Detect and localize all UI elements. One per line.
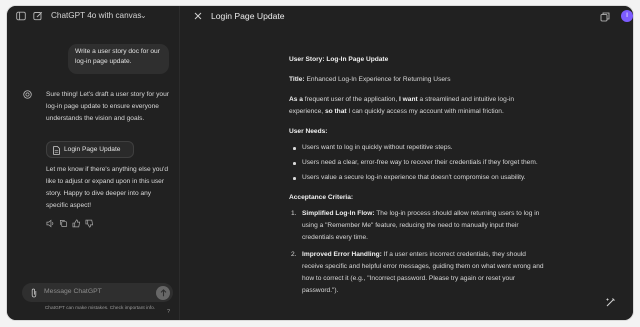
model-selector[interactable]: ChatGPT 4o with canvas <box>51 11 141 20</box>
story-role: frequent user of the application, <box>304 96 398 103</box>
list-item: Users want to log in quickly without rep… <box>289 142 544 154</box>
help-button[interactable]: ? <box>167 309 170 315</box>
user-needs-list: Users want to log in quickly without rep… <box>289 142 544 184</box>
edit-suggestions-icon[interactable] <box>605 296 617 308</box>
acceptance-criteria-heading: Acceptance Criteria: <box>289 194 354 201</box>
story-benefit: I can quickly access my account with min… <box>348 108 504 115</box>
list-item: 1. Simplified Log-In Flow: The log-in pr… <box>289 208 544 244</box>
sidebar-toggle-icon[interactable] <box>16 11 26 21</box>
canvas-title: Login Page Update <box>211 11 285 21</box>
canvas-document-button[interactable]: Login Page Update <box>46 141 134 158</box>
list-item: Users value a secure log-in experience t… <box>289 172 544 184</box>
thumbs-down-icon[interactable] <box>85 219 94 228</box>
chevron-down-icon[interactable]: ⌄ <box>140 11 147 20</box>
acceptance-criteria-list: 1. Simplified Log-In Flow: The log-in pr… <box>289 208 544 297</box>
story-as-a: As a <box>289 96 303 103</box>
document-content: User Story: Log-In Page Update Title: En… <box>289 54 544 297</box>
chat-header: ChatGPT 4o with canvas ⌄ <box>7 6 179 28</box>
message-composer[interactable]: Message ChatGPT <box>22 283 173 302</box>
assistant-avatar-icon <box>23 90 32 99</box>
list-item: 2. Improved Error Handling: If a user en… <box>289 249 544 297</box>
message-input[interactable]: Message ChatGPT <box>44 288 102 295</box>
canvas-panel: Login Page Update I User Story: Log-In P… <box>179 6 633 320</box>
criteria-number: 2. <box>291 251 297 258</box>
criteria-number: 1. <box>291 210 297 217</box>
new-chat-icon[interactable] <box>33 11 43 21</box>
read-aloud-icon[interactable] <box>46 219 55 228</box>
avatar[interactable]: I <box>621 10 633 22</box>
criteria-title: Improved Error Handling: <box>302 251 382 258</box>
thumbs-up-icon[interactable] <box>72 219 81 228</box>
version-history-icon[interactable] <box>600 12 610 22</box>
document-heading: User Story: Log-In Page Update <box>289 56 389 63</box>
assistant-message-intro: Sure thing! Let's draft a user story for… <box>46 91 169 122</box>
copy-icon[interactable] <box>59 219 68 228</box>
story-so-that: so that <box>324 108 347 115</box>
close-icon[interactable] <box>194 12 202 20</box>
user-message: Write a user story doc for our log-in pa… <box>68 44 169 74</box>
story-i-want: I want <box>399 96 418 103</box>
attach-icon[interactable] <box>30 288 38 298</box>
disclaimer-text: ChatGPT can make mistakes. Check importa… <box>44 306 156 311</box>
assistant-message-followup: Let me know if there's anything else you… <box>46 166 169 209</box>
title-value: Enhanced Log-In Experience for Returning… <box>306 76 451 83</box>
document-icon <box>53 145 60 155</box>
criteria-title: Simplified Log-In Flow: <box>302 210 375 217</box>
chat-panel: ChatGPT 4o with canvas ⌄ Write a user st… <box>7 6 179 320</box>
app-window: ChatGPT 4o with canvas ⌄ Write a user st… <box>7 6 633 320</box>
send-button[interactable] <box>156 285 170 300</box>
user-story-statement: As a frequent user of the application, I… <box>289 94 544 118</box>
canvas-document-label: Login Page Update <box>64 146 121 153</box>
user-needs-heading: User Needs: <box>289 128 328 135</box>
list-item: Users need a clear, error-free way to re… <box>289 157 544 169</box>
title-label: Title: <box>289 76 305 83</box>
arrow-up-icon <box>160 288 166 296</box>
